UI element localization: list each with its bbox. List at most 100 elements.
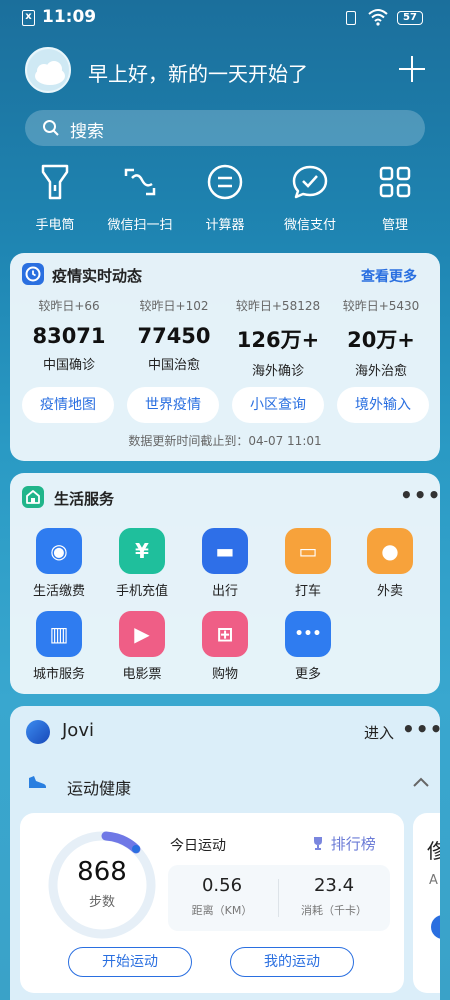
search-bar[interactable]: 搜索	[25, 110, 425, 146]
flashlight-icon	[41, 164, 69, 200]
add-button[interactable]	[399, 56, 425, 82]
tool-flashlight[interactable]: 手电筒	[15, 162, 95, 237]
avatar[interactable]	[25, 47, 71, 93]
stat-value: 77450	[137, 324, 211, 348]
service-shopping[interactable]: ⊞ 购物	[184, 611, 266, 682]
sim-icon: x	[22, 10, 35, 26]
battery-indicator: 57	[397, 11, 423, 25]
status-bar: x 11:09 57	[0, 0, 450, 36]
leaderboard-link[interactable]: 排行榜	[310, 833, 376, 854]
stat-label: 中国确诊	[42, 358, 95, 373]
service-label: 购物	[211, 667, 238, 682]
sneaker-icon	[29, 776, 46, 788]
service-movie-ticket[interactable]: ▶ 电影票	[101, 611, 183, 682]
stat-china-confirmed: 较昨日+66 83071 中国确诊	[16, 297, 122, 373]
epidemic-more-link[interactable]: 查看更多	[361, 266, 417, 286]
steps-label: 步数	[88, 895, 115, 910]
stat-delta: 较昨日+102	[139, 299, 209, 313]
jovi-enter-link[interactable]: 进入	[364, 722, 394, 743]
utility-icon: ◉	[36, 528, 82, 574]
clock-icon	[22, 263, 44, 285]
service-label: 出行	[211, 584, 238, 599]
overseas-import-button[interactable]: 境外输入	[337, 387, 429, 423]
service-travel[interactable]: ▬ 出行	[184, 528, 266, 599]
chevron-up-icon[interactable]	[412, 776, 430, 788]
service-delivery[interactable]: ● 外卖	[349, 528, 431, 599]
service-city[interactable]: ▥ 城市服务	[18, 611, 100, 682]
stat-label: 海外确诊	[251, 364, 304, 379]
jovi-logo-icon	[26, 720, 50, 744]
vibrate-icon	[346, 11, 356, 25]
service-label: 打车	[294, 584, 321, 599]
tool-manage[interactable]: 管理	[355, 162, 435, 237]
service-label: 电影票	[122, 667, 162, 682]
service-label: 生活缴费	[32, 584, 85, 599]
calculator-icon	[207, 164, 243, 200]
stat-label: 海外治愈	[354, 364, 407, 379]
life-services-more-button[interactable]: •••	[400, 483, 441, 507]
tool-wechat-scan[interactable]: 微信扫一扫	[100, 162, 180, 237]
service-taxi[interactable]: ▭ 打车	[267, 528, 349, 599]
tool-label: 微信扫一扫	[107, 218, 173, 233]
steps-value: 868	[77, 857, 127, 887]
world-epidemic-button[interactable]: 世界疫情	[127, 387, 219, 423]
jovi-title: Jovi	[62, 720, 94, 741]
trophy-icon	[314, 837, 322, 850]
jovi-card: Jovi 进入 ••• 运动健康 868 步数 今日运动 排行榜 0.56 距离…	[10, 706, 443, 1000]
jovi-more-button[interactable]: •••	[402, 717, 443, 741]
metrics-panel: 0.56 距离（KM） 23.4 消耗（千卡）	[168, 865, 390, 931]
today-exercise-label: 今日运动	[170, 838, 226, 854]
tool-calculator[interactable]: 计算器	[185, 162, 265, 237]
stat-value: 126万+	[236, 328, 320, 352]
next-card-peek[interactable]: 俢 A	[413, 813, 440, 993]
tool-label: 管理	[381, 218, 408, 233]
start-exercise-button[interactable]: 开始运动	[68, 947, 192, 977]
cart-icon: ⊞	[202, 611, 248, 657]
health-card[interactable]: 868 步数 今日运动 排行榜 0.56 距离（KM） 23.4 消耗（千卡） …	[20, 813, 404, 993]
health-title: 运动健康	[67, 779, 132, 798]
scan-icon	[124, 168, 156, 196]
life-services-title: 生活服务	[54, 490, 115, 508]
calories-label: 消耗（千卡）	[301, 904, 367, 917]
service-label: 外卖	[376, 584, 403, 599]
cloud-avatar-icon	[27, 49, 69, 91]
ticket-icon: ▶	[119, 611, 165, 657]
scooter-icon: ●	[367, 528, 413, 574]
leaderboard-label: 排行榜	[330, 835, 376, 853]
stat-delta: 较昨日+66	[38, 299, 100, 313]
tool-wechat-pay[interactable]: 微信支付	[270, 162, 350, 237]
stat-delta: 较昨日+5430	[342, 299, 420, 313]
distance-value: 0.56	[201, 875, 243, 896]
search-icon	[43, 120, 59, 136]
metric-divider	[278, 879, 279, 917]
epidemic-title: 疫情实时动态	[52, 267, 143, 285]
wifi-icon	[368, 9, 388, 26]
distance-metric: 0.56 距离（KM）	[168, 875, 276, 918]
city-icon: ▥	[36, 611, 82, 657]
grid-icon	[379, 166, 411, 198]
train-icon: ▬	[202, 528, 248, 574]
life-services-card: 生活服务 ••• ◉ 生活缴费 ¥ 手机充值 ▬ 出行 ▭ 打车 ● 外卖 ▥ …	[10, 473, 440, 694]
community-query-button[interactable]: 小区查询	[232, 387, 324, 423]
more-icon: •••	[285, 611, 331, 657]
stat-china-cured: 较昨日+102 77450 中国治愈	[121, 297, 227, 373]
service-phone-recharge[interactable]: ¥ 手机充值	[101, 528, 183, 599]
stat-value: 20万+	[347, 328, 415, 352]
peek-button	[431, 915, 440, 939]
tool-label: 手电筒	[35, 218, 75, 233]
epidemic-map-button[interactable]: 疫情地图	[22, 387, 114, 423]
service-more[interactable]: ••• 更多	[267, 611, 349, 682]
updated-time: 数据更新时间截止到：04-07 11:01	[128, 434, 322, 448]
status-time: 11:09	[42, 7, 97, 27]
service-utility[interactable]: ◉ 生活缴费	[18, 528, 100, 599]
car-icon: ▭	[285, 528, 331, 574]
service-label: 更多	[294, 667, 321, 682]
stat-overseas-confirmed: 较昨日+58128 126万+ 海外确诊	[225, 297, 331, 379]
peek-text: A	[429, 873, 438, 888]
home-icon	[22, 486, 44, 508]
my-exercise-button[interactable]: 我的运动	[230, 947, 354, 977]
search-placeholder: 搜索	[70, 122, 104, 142]
stat-label: 中国治愈	[147, 358, 200, 373]
stat-overseas-cured: 较昨日+5430 20万+ 海外治愈	[328, 297, 434, 379]
wechat-pay-icon	[292, 165, 328, 199]
